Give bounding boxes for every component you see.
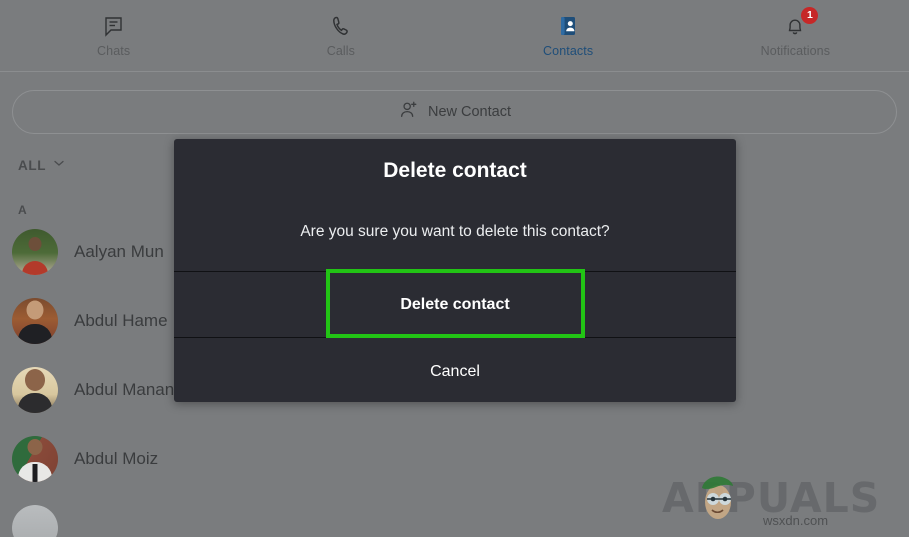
nav-item-chats-label: Chats [97, 44, 131, 58]
avatar [12, 366, 58, 413]
top-navigation-bar: Chats Calls Contacts 1 Notifications [0, 0, 909, 72]
contact-name: Abdul Moiz [74, 448, 159, 468]
contact-name: Abdul Manan [74, 379, 175, 399]
phone-icon [328, 13, 354, 39]
chat-bubble-icon [101, 13, 127, 39]
avatar [12, 435, 58, 482]
nav-item-contacts[interactable]: Contacts [455, 0, 682, 71]
avatar [12, 297, 58, 344]
avatar [12, 228, 58, 275]
contact-name: Aalyan Mun [74, 241, 164, 261]
delete-contact-dialog: Delete contact Are you sure you want to … [174, 139, 736, 402]
avatar [12, 504, 58, 537]
dialog-title: Delete contact [383, 159, 527, 182]
new-contact-label: New Contact [427, 104, 511, 120]
dialog-message: Are you sure you want to delete this con… [300, 223, 610, 240]
contact-list-item-partial[interactable] [0, 493, 300, 537]
cancel-button[interactable]: Cancel [174, 338, 736, 405]
confirm-delete-contact-button[interactable]: Delete contact [174, 271, 736, 338]
bell-icon: 1 [782, 7, 819, 39]
nav-item-notifications-label: Notifications [760, 44, 831, 58]
nav-item-calls[interactable]: Calls [227, 0, 454, 71]
nav-item-calls-label: Calls [326, 44, 356, 58]
watermark-mascot-icon [702, 476, 733, 519]
contact-name: Abdul Hame [74, 310, 168, 330]
contact-filter-label: ALL [18, 158, 47, 173]
address-book-icon [555, 13, 581, 39]
notifications-badge: 1 [801, 7, 819, 24]
person-add-icon [398, 99, 420, 126]
nav-item-contacts-label: Contacts [543, 44, 594, 58]
watermark-site-label: wsxdn.com [763, 513, 829, 528]
contact-list-item[interactable]: Abdul Moiz [0, 424, 300, 493]
nav-item-notifications[interactable]: 1 Notifications [682, 0, 909, 71]
chevron-down-icon [52, 156, 66, 175]
new-contact-button[interactable]: New Contact [12, 90, 897, 134]
nav-item-chats[interactable]: Chats [0, 0, 227, 71]
app-window: Chats Calls Contacts 1 Notifications New… [0, 0, 909, 537]
